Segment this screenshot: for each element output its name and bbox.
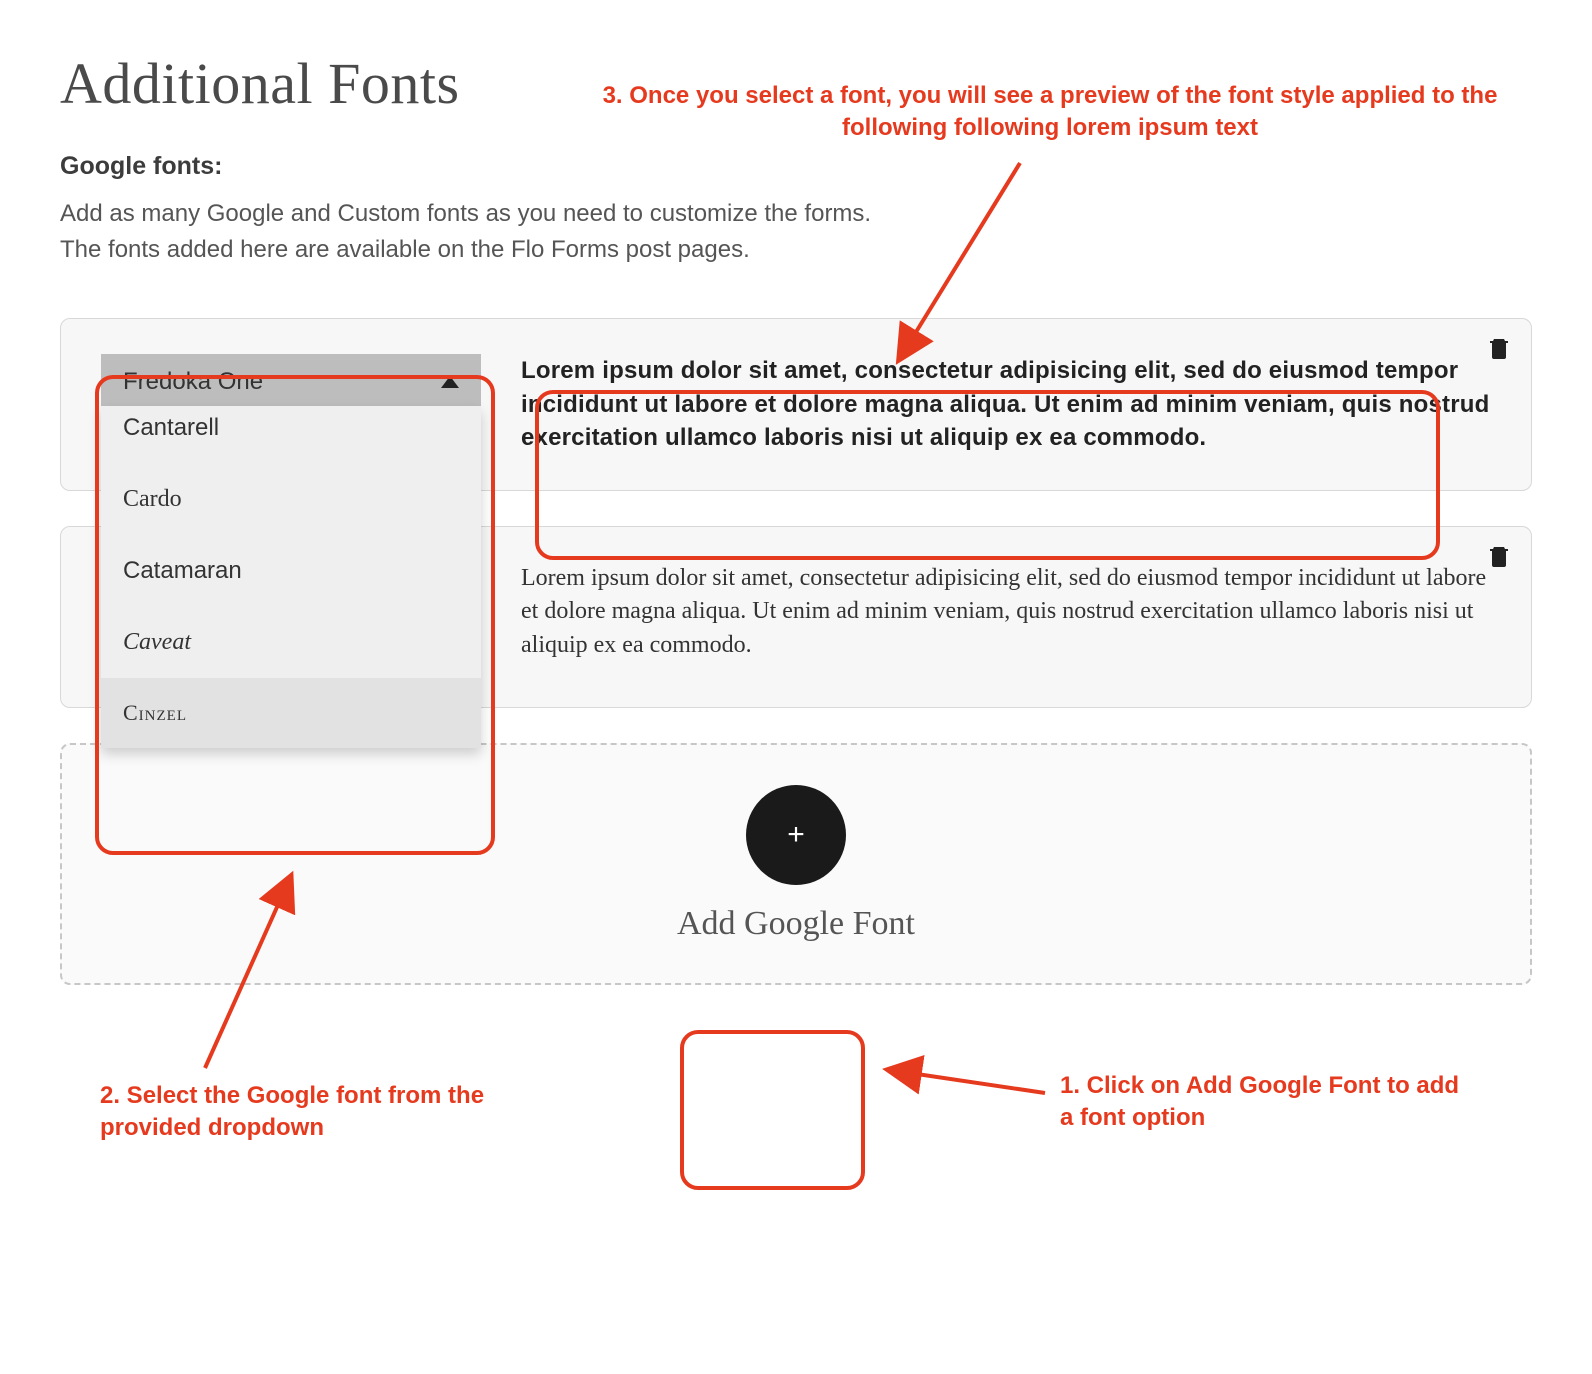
section-label: Google fonts: <box>60 152 1532 181</box>
arrow-1 <box>880 1058 1060 1108</box>
add-font-card: + Add Google Font <box>60 743 1532 985</box>
annotation-box-add <box>680 1030 865 1190</box>
annotation-2: 2. Select the Google font from the provi… <box>100 1080 510 1145</box>
desc-line-2: The fonts added here are available on th… <box>60 236 750 263</box>
chevron-up-icon <box>441 376 459 388</box>
add-font-label: Add Google Font <box>102 905 1490 943</box>
font-dropdown-list: Cantarell Cardo Catamaran Caveat Cinzel <box>101 406 481 748</box>
font-dropdown-toggle[interactable]: Fredoka One <box>101 354 481 410</box>
dropdown-option-cantarell[interactable]: Cantarell <box>101 406 481 464</box>
delete-icon[interactable] <box>1489 337 1509 364</box>
delete-icon[interactable] <box>1489 545 1509 572</box>
dropdown-option-caveat[interactable]: Caveat <box>101 607 481 678</box>
annotation-3: 3. Once you select a font, you will see … <box>600 80 1500 145</box>
dropdown-selected-value: Fredoka One <box>123 368 263 396</box>
font-card-1: Fredoka One Cantarell Cardo Catamaran Ca… <box>60 318 1532 491</box>
desc-line-1: Add as many Google and Custom fonts as y… <box>60 200 871 227</box>
font-preview-1: Lorem ipsum dolor sit amet, consectetur … <box>521 354 1491 455</box>
plus-icon: + <box>787 818 805 852</box>
add-font-button[interactable]: + <box>746 785 846 885</box>
section-description: Add as many Google and Custom fonts as y… <box>60 196 1532 268</box>
annotation-1: 1. Click on Add Google Font to add a fon… <box>1060 1070 1460 1135</box>
font-preview-2: Lorem ipsum dolor sit amet, consectetur … <box>521 562 1491 663</box>
dropdown-option-cinzel[interactable]: Cinzel <box>101 678 481 748</box>
dropdown-option-cardo[interactable]: Cardo <box>101 464 481 535</box>
dropdown-option-catamaran[interactable]: Catamaran <box>101 535 481 607</box>
